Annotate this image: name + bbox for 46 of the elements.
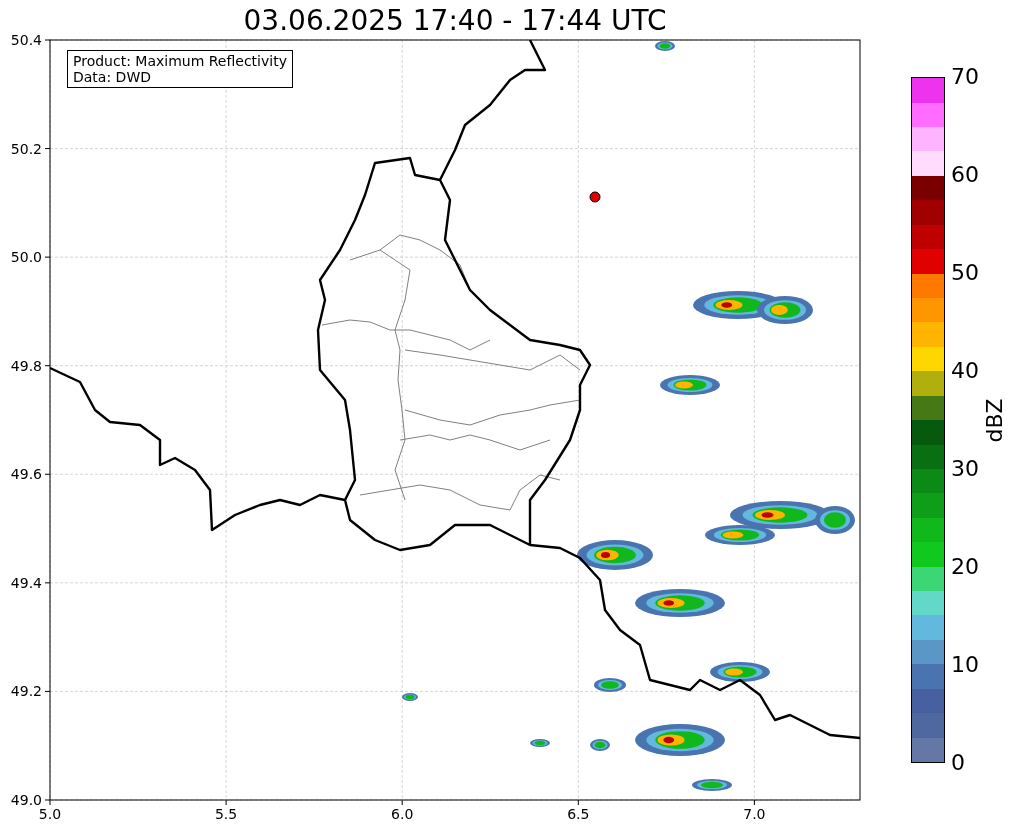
colorbar-tick-label: 60 (951, 162, 979, 188)
radar-echo (710, 662, 770, 682)
y-tick-label: 50.4 (10, 32, 42, 48)
colorbar-tick-label: 30 (951, 456, 979, 482)
colorbar-tick-label: 70 (951, 64, 979, 90)
radar-echo (660, 375, 720, 395)
y-tick-label: 49.6 (10, 466, 42, 483)
tick-mark (225, 799, 227, 806)
radar-echo (692, 779, 732, 791)
colorbar-tick-label: 0 (951, 750, 966, 776)
tick-mark (44, 582, 51, 584)
colorbar-tick-label: 10 (951, 652, 979, 678)
tick-mark (44, 256, 51, 258)
x-tick-label: 6.5 (567, 806, 590, 822)
y-tick-label: 50.2 (10, 140, 42, 157)
tick-mark (44, 473, 51, 475)
colorbar-label: dBZ (981, 397, 1007, 443)
tick-mark (753, 799, 755, 806)
x-tick-label: 5.5 (214, 806, 238, 822)
colorbar-tick-label: 20 (951, 554, 979, 580)
tick-mark (44, 148, 51, 150)
x-tick-label: 6.0 (391, 806, 414, 822)
tick-mark (401, 799, 403, 806)
radar-echo (655, 41, 675, 51)
tick-mark (44, 39, 51, 41)
tick-mark (577, 799, 579, 806)
colorbar-tick-label: 40 (951, 358, 979, 384)
y-tick-label: 49.4 (10, 574, 42, 591)
y-tick-label: 49.2 (10, 683, 42, 700)
y-tick-label: 50.0 (10, 249, 42, 266)
tick-mark (44, 365, 51, 367)
y-tick-label: 49.8 (10, 357, 42, 374)
info-text: Data: DWD (73, 69, 152, 85)
chart-title: 03.06.2025 17:40 - 17:44 UTC (242, 3, 668, 39)
radar-echo (594, 678, 626, 692)
location-marker-icon (589, 191, 601, 203)
tick-mark (44, 690, 51, 692)
radar-echo (590, 739, 610, 751)
x-tick-label: 5.0 (38, 806, 62, 822)
info-text: Product: Maximum Reflectivity (73, 53, 287, 69)
radar-echo (705, 525, 775, 545)
colorbar-tick-label: 50 (951, 260, 979, 286)
y-tick-label: 49.0 (10, 792, 42, 808)
radar-echo (530, 739, 550, 747)
radar-echo (402, 693, 418, 701)
x-tick-label: 7.0 (743, 806, 766, 822)
